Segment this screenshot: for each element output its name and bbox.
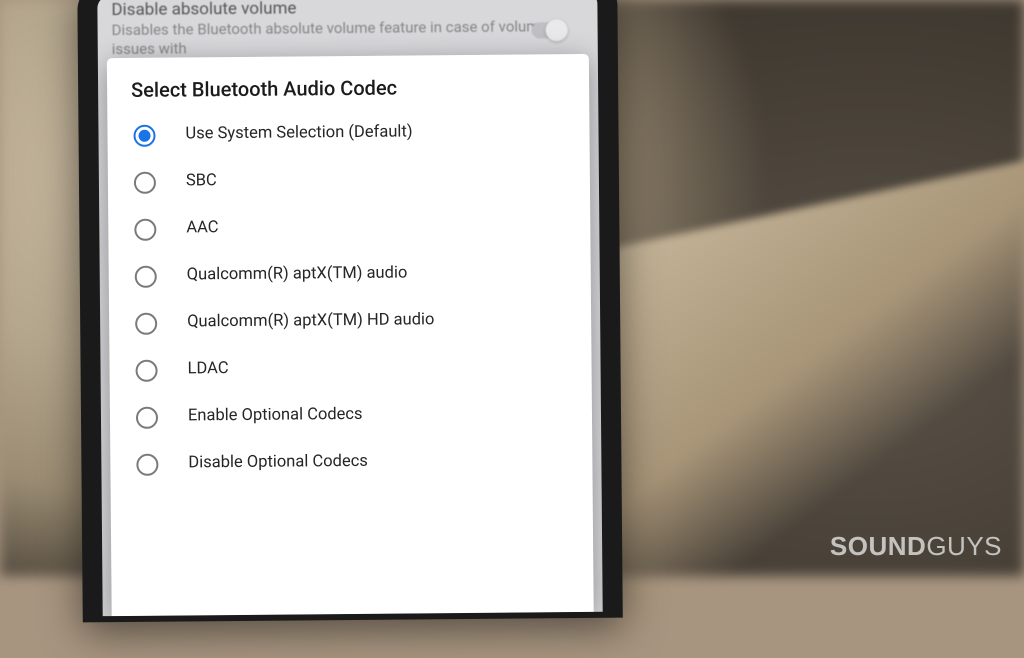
background-setting-disable-absolute-volume: Disable absolute volume Disables the Blu… bbox=[111, 0, 583, 59]
dialog-title: Select Bluetooth Audio Codec bbox=[107, 74, 589, 112]
radio-button-icon bbox=[133, 124, 155, 146]
watermark-soundguys: SOUNDGUYS bbox=[830, 531, 1002, 562]
phone-screen: Disable absolute volume Disables the Blu… bbox=[97, 0, 602, 616]
codec-option-aac[interactable]: AAC bbox=[108, 202, 590, 253]
codec-option-label: AAC bbox=[186, 218, 218, 239]
radio-button-icon bbox=[136, 406, 158, 428]
codec-option-aptx[interactable]: Qualcomm(R) aptX(TM) audio bbox=[109, 249, 591, 300]
radio-button-icon bbox=[135, 359, 157, 381]
background-setting-description: Disables the Bluetooth absolute volume f… bbox=[112, 17, 584, 59]
codec-option-label: LDAC bbox=[187, 359, 228, 380]
watermark-bold: SOUND bbox=[830, 531, 926, 561]
radio-button-icon bbox=[136, 453, 158, 475]
codec-option-disable-optional[interactable]: Disable Optional Codecs bbox=[110, 437, 592, 488]
radio-button-icon bbox=[135, 265, 157, 287]
codec-option-label: Use System Selection (Default) bbox=[185, 123, 412, 146]
radio-button-icon bbox=[135, 312, 157, 334]
codec-option-enable-optional[interactable]: Enable Optional Codecs bbox=[110, 390, 592, 441]
codec-option-aptx-hd[interactable]: Qualcomm(R) aptX(TM) HD audio bbox=[109, 296, 591, 347]
watermark-light: GUYS bbox=[926, 531, 1002, 561]
codec-option-ldac[interactable]: LDAC bbox=[109, 343, 591, 394]
codec-option-label: Enable Optional Codecs bbox=[188, 405, 363, 427]
codec-option-default[interactable]: Use System Selection (Default) bbox=[107, 108, 589, 159]
codec-option-label: SBC bbox=[186, 171, 217, 192]
codec-option-label: Qualcomm(R) aptX(TM) HD audio bbox=[187, 310, 434, 333]
radio-button-icon bbox=[134, 171, 156, 193]
codec-option-label: Disable Optional Codecs bbox=[188, 452, 368, 474]
codec-option-sbc[interactable]: SBC bbox=[108, 155, 590, 206]
toggle-switch[interactable] bbox=[532, 22, 566, 38]
codec-selection-dialog: Select Bluetooth Audio Codec Use System … bbox=[107, 54, 594, 616]
radio-button-icon bbox=[134, 218, 156, 240]
codec-option-label: Qualcomm(R) aptX(TM) audio bbox=[187, 264, 408, 287]
